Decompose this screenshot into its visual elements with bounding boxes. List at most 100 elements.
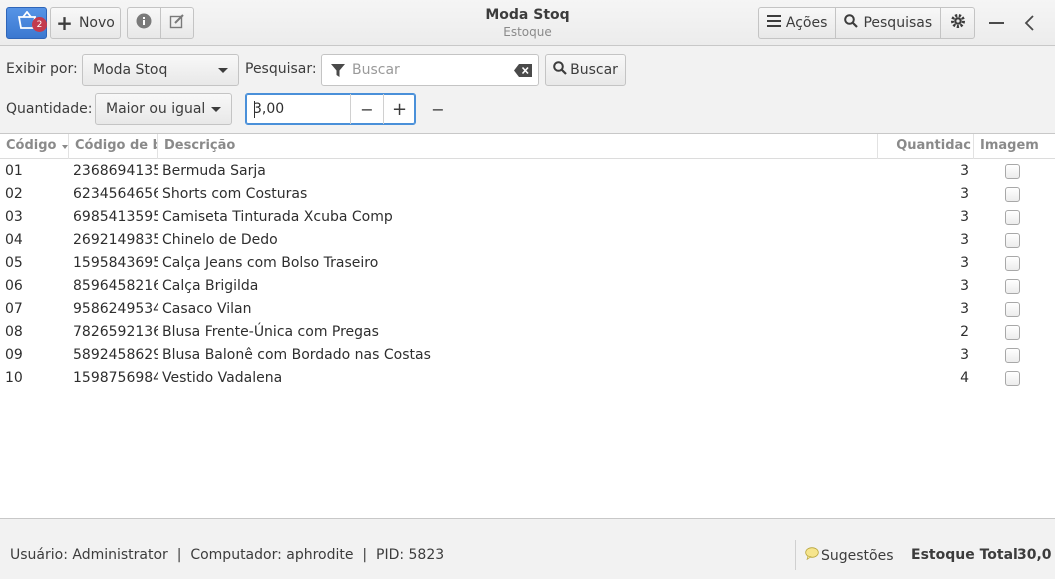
decrement-button[interactable]: − (350, 94, 383, 124)
quantity-value[interactable]: 3,00 (253, 101, 284, 117)
status-bar: Usuário: Administrator | Computador: aph… (0, 530, 1055, 579)
cell-code: 01 (5, 163, 23, 179)
cell-barcode: 2368694135 (73, 163, 158, 179)
minus-icon: − (360, 99, 374, 119)
table-row[interactable]: 10 1598756984 Vestido Vadalena 4 (0, 367, 1055, 390)
cell-description: Shorts com Costuras (162, 186, 308, 202)
cell-quantity: 3 (960, 232, 969, 248)
image-checkbox[interactable] (1005, 210, 1020, 225)
image-checkbox[interactable] (1005, 325, 1020, 340)
cell-code: 07 (5, 301, 23, 317)
cell-description: Calça Jeans com Bolso Traseiro (162, 255, 379, 271)
cell-description: Bermuda Sarja (162, 163, 266, 179)
table-header: Código Código de b Descrição Quantidac I… (0, 134, 1055, 159)
cell-quantity: 3 (960, 209, 969, 225)
cell-code: 03 (5, 209, 23, 225)
cell-code: 02 (5, 186, 23, 202)
cell-quantity: 3 (960, 301, 969, 317)
gear-icon (950, 13, 966, 33)
dropdown-caret-icon (218, 68, 228, 73)
cell-description: Casaco Vilan (162, 301, 252, 317)
speech-bubble-icon (805, 547, 819, 564)
cell-description: Camiseta Tinturada Xcuba Comp (162, 209, 393, 225)
table-row[interactable]: 03 6985413595 Camiseta Tinturada Xcuba Com… (0, 206, 1055, 229)
menu-group: Ações Pesquisas (758, 7, 975, 39)
remove-icon: − (431, 99, 445, 119)
cell-barcode: 6234564656 (73, 186, 158, 202)
cell-code: 08 (5, 324, 23, 340)
products-table: Código Código de b Descrição Quantidac I… (0, 133, 1055, 519)
table-row[interactable]: 04 2692149835 Chinelo de Dedo 3 (0, 229, 1055, 252)
status-info: Usuário: Administrator | Computador: aph… (10, 547, 445, 563)
search-label: Pesquisar: (245, 61, 317, 77)
column-barcode[interactable]: Código de b (69, 134, 158, 159)
cell-description: Vestido Vadalena (162, 370, 283, 386)
quantity-operator-combo[interactable]: Maior ou igual (95, 93, 232, 125)
cell-quantity: 3 (960, 255, 969, 271)
table-row[interactable]: 08 7826592136 Blusa Frente-Única com Prega… (0, 321, 1055, 344)
quantity-operator-value: Maior ou igual (106, 101, 206, 117)
cell-barcode: 9586249534 (73, 301, 158, 317)
column-quantity[interactable]: Quantidac (878, 134, 974, 159)
plus-small-icon: + (391, 98, 408, 120)
cell-barcode: 6985413595 (73, 209, 158, 225)
image-checkbox[interactable] (1005, 371, 1020, 386)
hamburger-icon (766, 15, 781, 31)
table-row[interactable]: 05 1595843695 Calça Jeans com Bolso Trasei… (0, 252, 1055, 275)
operator-caret-icon (211, 107, 221, 112)
filter-icon (330, 63, 346, 82)
cell-code: 10 (5, 370, 23, 386)
table-row[interactable]: 09 5892458629 Blusa Balonê com Bordado nas… (0, 344, 1055, 367)
image-checkbox[interactable] (1005, 187, 1020, 202)
cell-quantity: 3 (960, 186, 969, 202)
cell-description: Blusa Balonê com Bordado nas Costas (162, 347, 431, 363)
cell-code: 05 (5, 255, 23, 271)
search-input[interactable]: Buscar (321, 54, 539, 86)
searches-label: Pesquisas (863, 15, 933, 31)
actions-label: Ações (785, 15, 828, 31)
table-row[interactable]: 06 8596458216 Calça Brigilda 3 (0, 275, 1055, 298)
image-checkbox[interactable] (1005, 348, 1020, 363)
quantity-label: Quantidade: (6, 101, 93, 117)
image-checkbox[interactable] (1005, 233, 1020, 248)
cell-quantity: 4 (960, 370, 969, 386)
cell-barcode: 8596458216 (73, 278, 158, 294)
column-image[interactable]: Imagem (974, 134, 1055, 159)
search-button[interactable]: Buscar (545, 54, 626, 86)
suggestions-button[interactable]: Sugestões (805, 547, 894, 564)
increment-button[interactable]: + (383, 94, 415, 124)
cell-description: Blusa Frente-Única com Pregas (162, 324, 379, 340)
search-icon (844, 14, 859, 32)
image-checkbox[interactable] (1005, 279, 1020, 294)
cell-description: Chinelo de Dedo (162, 232, 278, 248)
actions-button[interactable]: Ações (759, 8, 837, 38)
sort-down-icon (62, 145, 68, 149)
stock-total-label: Estoque Total (911, 547, 1018, 563)
image-checkbox[interactable] (1005, 302, 1020, 317)
clear-search-icon[interactable] (514, 64, 532, 81)
table-row[interactable]: 01 2368694135 Bermuda Sarja 3 (0, 160, 1055, 183)
image-checkbox[interactable] (1005, 256, 1020, 271)
cell-quantity: 3 (960, 163, 969, 179)
table-row[interactable]: 07 9586249534 Casaco Vilan 3 (0, 298, 1055, 321)
search-button-label: Buscar (570, 62, 618, 78)
header-bar: 2 + Novo Moda Stoq Estoque Ações Pesquis… (0, 0, 1055, 46)
show-by-combo[interactable]: Moda Stoq (82, 54, 239, 86)
show-by-value: Moda Stoq (93, 62, 168, 78)
stock-total-value: 30,0 (1017, 547, 1052, 563)
cell-barcode: 5892458629 (73, 347, 158, 363)
text-cursor (254, 101, 255, 118)
table-row[interactable]: 02 6234564656 Shorts com Costuras 3 (0, 183, 1055, 206)
remove-filter-button[interactable]: − (426, 96, 450, 122)
cell-description: Calça Brigilda (162, 278, 259, 294)
minimize-icon[interactable] (989, 22, 1004, 24)
searches-button[interactable]: Pesquisas (836, 8, 942, 38)
column-description[interactable]: Descrição (158, 134, 878, 159)
search-button-icon (553, 61, 567, 79)
image-checkbox[interactable] (1005, 164, 1020, 179)
settings-button[interactable] (941, 8, 974, 38)
cell-quantity: 2 (960, 324, 969, 340)
back-icon[interactable] (1023, 14, 1035, 36)
column-code[interactable]: Código (0, 134, 69, 159)
cell-code: 04 (5, 232, 23, 248)
